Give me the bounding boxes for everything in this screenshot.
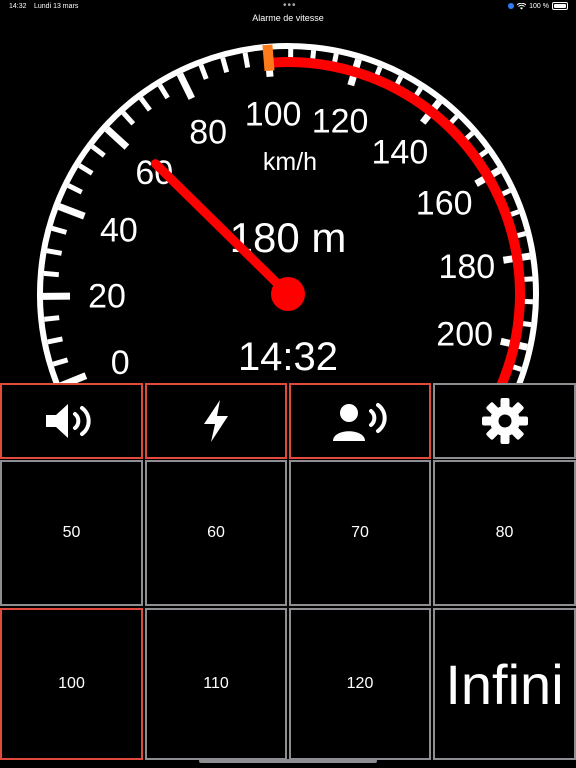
gear-icon — [481, 398, 528, 444]
needle-hub — [271, 277, 305, 311]
speed-button-label: 100 — [58, 675, 85, 692]
lightning-icon — [204, 400, 228, 442]
speed-button-label: 50 — [62, 524, 81, 541]
scale-tick — [67, 183, 83, 195]
scale-label: 40 — [100, 211, 138, 249]
scale-label: 160 — [416, 185, 473, 223]
scale-tick — [138, 96, 152, 112]
scale-tick — [43, 270, 60, 278]
scale-label: 80 — [189, 114, 227, 152]
voice-toggle-button[interactable] — [289, 383, 431, 459]
scale-label: 100 — [245, 96, 302, 134]
sound-toggle-button[interactable] — [0, 383, 143, 459]
speed-button-70[interactable]: 70 — [289, 460, 431, 606]
settings-button[interactable] — [433, 383, 576, 459]
scale-tick — [220, 57, 230, 73]
speaker-icon — [45, 404, 91, 438]
person-voice-icon — [333, 403, 387, 441]
home-indicator[interactable] — [199, 759, 377, 763]
scale-label: 200 — [436, 315, 493, 353]
speed-button-label: 70 — [351, 524, 369, 541]
speed-button-label: Infini — [445, 652, 564, 716]
speed-button-110[interactable]: 110 — [145, 608, 287, 760]
scale-tick — [46, 248, 63, 256]
scale-tick — [47, 336, 63, 345]
speed-button-60[interactable]: 60 — [145, 460, 287, 606]
speed-button-infini[interactable]: Infini — [433, 608, 576, 760]
scale-tick — [157, 83, 170, 100]
speedometer: 020406080100120140160180200220 km/h 180 … — [37, 43, 539, 383]
speed-button-label: 120 — [346, 675, 374, 692]
scale-label: 120 — [312, 103, 369, 141]
scale-tick — [121, 111, 136, 126]
scale-label: 0 — [111, 344, 130, 382]
scale-label: 180 — [438, 248, 495, 286]
speed-button-120[interactable]: 120 — [289, 608, 431, 760]
speed-button-80[interactable]: 80 — [433, 460, 576, 606]
speed-button-100[interactable]: 100 — [0, 608, 143, 760]
scale-tick — [52, 357, 69, 367]
clock-readout: 14:32 — [238, 335, 338, 379]
scale-label: 20 — [88, 278, 126, 316]
scale-tick — [242, 52, 251, 68]
scale-tick — [57, 203, 86, 220]
speed-unit: km/h — [263, 148, 317, 176]
control-grid: 50 60 70 80 100 110 120 Infini — [0, 383, 576, 760]
scale-tick — [176, 72, 195, 100]
alarm-marker — [262, 44, 275, 72]
scale-tick — [51, 225, 68, 235]
scale-tick — [198, 64, 209, 80]
speed-button-label: 80 — [495, 524, 514, 541]
scale-tick — [90, 144, 106, 158]
speed-button-50[interactable]: 50 — [0, 460, 143, 606]
scale-tick — [104, 126, 130, 150]
speed-button-label: 60 — [207, 524, 225, 541]
nav-title: Alarme de vitesse — [252, 13, 324, 23]
scale-tick — [44, 315, 60, 322]
scale-tick — [78, 163, 94, 176]
speed-button-label: 110 — [203, 675, 229, 692]
scale-label: 140 — [372, 134, 429, 172]
flash-toggle-button[interactable] — [145, 383, 287, 459]
